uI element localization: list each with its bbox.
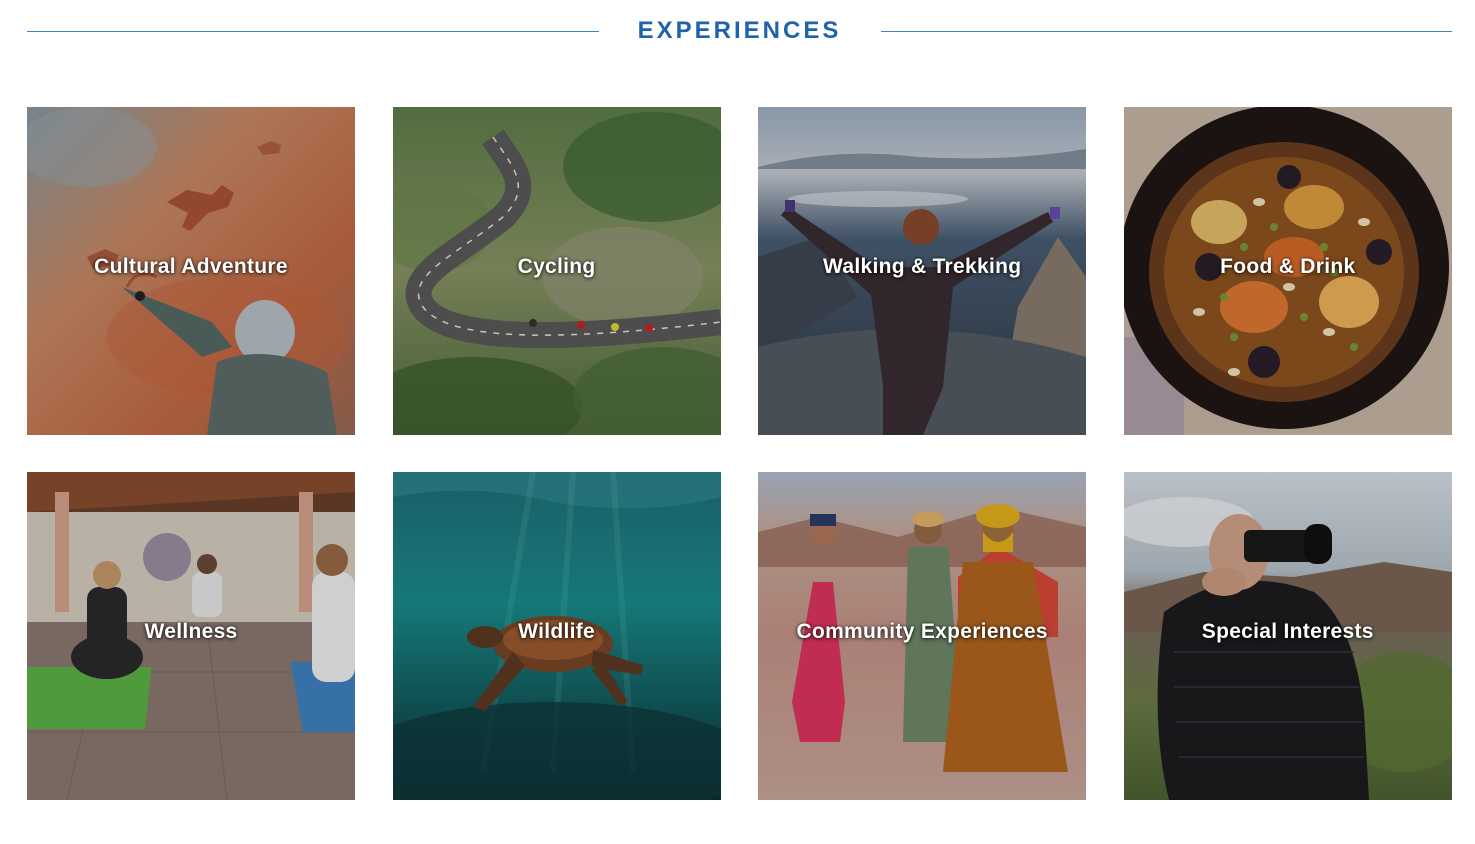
tile-wildlife[interactable]: Wildlife (392, 472, 721, 800)
tile-overlay (758, 107, 1087, 435)
tile-overlay (1123, 472, 1452, 800)
section-title: EXPERIENCES (637, 17, 842, 44)
tile-overlay (27, 472, 355, 800)
tile-overlay (1123, 107, 1452, 435)
tile-overlay (758, 472, 1087, 800)
tile-food-drink[interactable]: Food & Drink (1123, 107, 1452, 435)
tile-overlay (27, 107, 355, 435)
tile-overlay (392, 107, 721, 435)
experiences-page: EXPERIENCES Cultural Adventure Cycling W… (0, 0, 1475, 844)
tile-community-experiences[interactable]: Community Experiences (758, 472, 1087, 800)
right-divider (880, 30, 1452, 32)
tile-wellness[interactable]: Wellness (27, 472, 355, 800)
tile-cycling[interactable]: Cycling (392, 107, 721, 435)
tile-special-interests[interactable]: Special Interests (1123, 472, 1452, 800)
left-divider (27, 30, 599, 32)
tile-cultural-adventure[interactable]: Cultural Adventure (27, 107, 355, 435)
section-header: EXPERIENCES (27, 14, 1452, 48)
tile-overlay (392, 472, 721, 800)
experience-grid: Cultural Adventure Cycling Walking & Tre… (27, 107, 1452, 800)
tile-walking-trekking[interactable]: Walking & Trekking (758, 107, 1087, 435)
